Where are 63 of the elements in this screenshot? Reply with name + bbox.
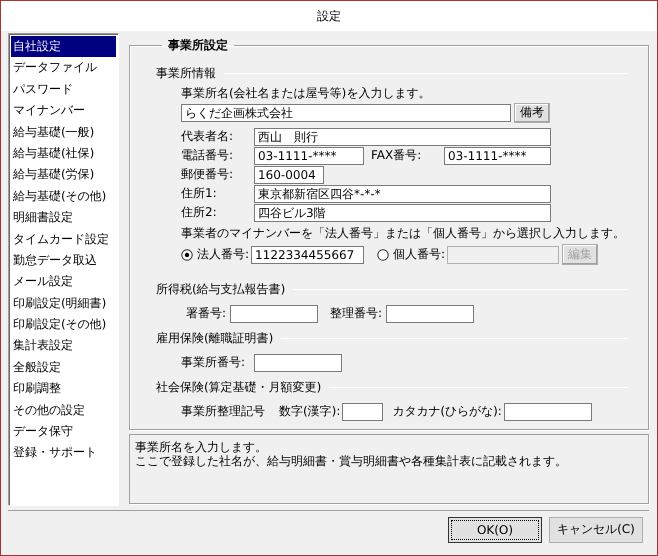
list-item[interactable]: 集計表設定 — [11, 335, 116, 357]
list-item[interactable]: 給与基礎(労保) — [11, 164, 116, 186]
radio-icon[interactable] — [377, 248, 390, 260]
list-item[interactable]: 印刷調整 — [11, 378, 116, 400]
input-field[interactable] — [386, 304, 474, 322]
field-label: 郵便番号: — [181, 166, 234, 183]
list-item[interactable]: その他の設定 — [11, 400, 116, 422]
input-field[interactable] — [342, 402, 384, 420]
list-item[interactable]: 勤怠データ取込 — [11, 250, 116, 272]
window-title: 設定 — [317, 8, 341, 24]
section-title: 雇用保険(離職証明書) — [156, 330, 274, 346]
input-field[interactable]: 東京都新宿区四谷*-*-* — [254, 184, 551, 202]
group-title: 事業所設定 — [167, 37, 229, 54]
list-item[interactable]: 明細書設定 — [11, 207, 116, 229]
radio-label[interactable]: 個人番号: — [393, 246, 446, 263]
input-field[interactable]: 四谷ビル3階 — [254, 204, 551, 222]
hint-text: 事業所名(会社名または屋号等)を入力します。 — [181, 85, 430, 102]
field-label: 事業所整理記号 — [181, 403, 265, 420]
input-field[interactable]: 03-1111-**** — [254, 146, 364, 164]
description-text: ここで登録した社名が、給与明細書・賞与明細書や各種集計表に記載されます。 — [135, 454, 568, 468]
memo-button[interactable]: 備考 — [514, 102, 550, 122]
ok-button[interactable]: OK(O) — [448, 516, 542, 542]
list-item[interactable]: 印刷設定(その他) — [11, 314, 116, 336]
field-label: 住所2: — [181, 204, 218, 221]
list-item[interactable]: 給与基礎(一般) — [11, 122, 116, 143]
field-label: カタカナ(ひらがな): — [392, 403, 502, 420]
input-field[interactable]: 1122334455667 — [251, 246, 364, 264]
list-item[interactable]: マイナンバー — [11, 100, 116, 122]
input-field[interactable]: らくだ企画株式会社 — [181, 104, 511, 122]
list-item[interactable]: 自社設定 — [11, 36, 116, 58]
input-field[interactable]: 西山 則行 — [254, 128, 551, 146]
list-item[interactable]: データ保守 — [11, 421, 116, 442]
input-field[interactable] — [504, 402, 592, 420]
field-label: 整理番号: — [330, 305, 382, 322]
field-label: 署番号: — [186, 305, 226, 322]
field-label: 電話番号: — [181, 147, 234, 164]
section-title: 社会保険(算定基礎・月額変更) — [156, 378, 322, 396]
input-field[interactable] — [447, 246, 560, 264]
list-item[interactable]: 登録・サポート — [11, 442, 116, 464]
hint-text: 事業者のマイナンバーを「法人番号」または「個人番号」から選択し入力します。 — [181, 225, 625, 242]
field-label: 事業所番号: — [181, 354, 246, 371]
radio-label[interactable]: 法人番号: — [197, 246, 250, 263]
list-item[interactable]: メール設定 — [11, 271, 116, 293]
section-title: 所得税(給与支払報告書) — [156, 280, 286, 298]
list-item[interactable]: タイムカード設定 — [11, 228, 116, 250]
radio-selected-icon[interactable] — [181, 248, 193, 260]
list-item[interactable]: 印刷設定(明細書) — [11, 292, 116, 314]
section-title: 事業所情報 — [156, 64, 216, 82]
list-item[interactable]: 全般設定 — [11, 356, 116, 378]
input-field[interactable]: 160-0004 — [254, 166, 324, 184]
list-item[interactable]: データファイル — [11, 57, 116, 79]
field-label: 代表者名: — [181, 128, 234, 145]
input-field[interactable] — [230, 304, 318, 322]
list-item[interactable]: 給与基礎(社保) — [11, 142, 116, 164]
input-field[interactable] — [254, 354, 342, 372]
list-item[interactable]: パスワード — [11, 78, 116, 100]
list-item[interactable]: 給与基礎(その他) — [11, 186, 116, 208]
description-text: 事業所名を入力します。 — [135, 440, 268, 454]
field-label: 数字(漢字): — [279, 403, 340, 420]
field-label: 住所1: — [181, 185, 218, 202]
input-field[interactable]: 03-1111-**** — [444, 146, 551, 164]
field-label: FAX番号: — [371, 147, 422, 164]
cancel-button[interactable]: キャンセル(C) — [549, 516, 643, 542]
